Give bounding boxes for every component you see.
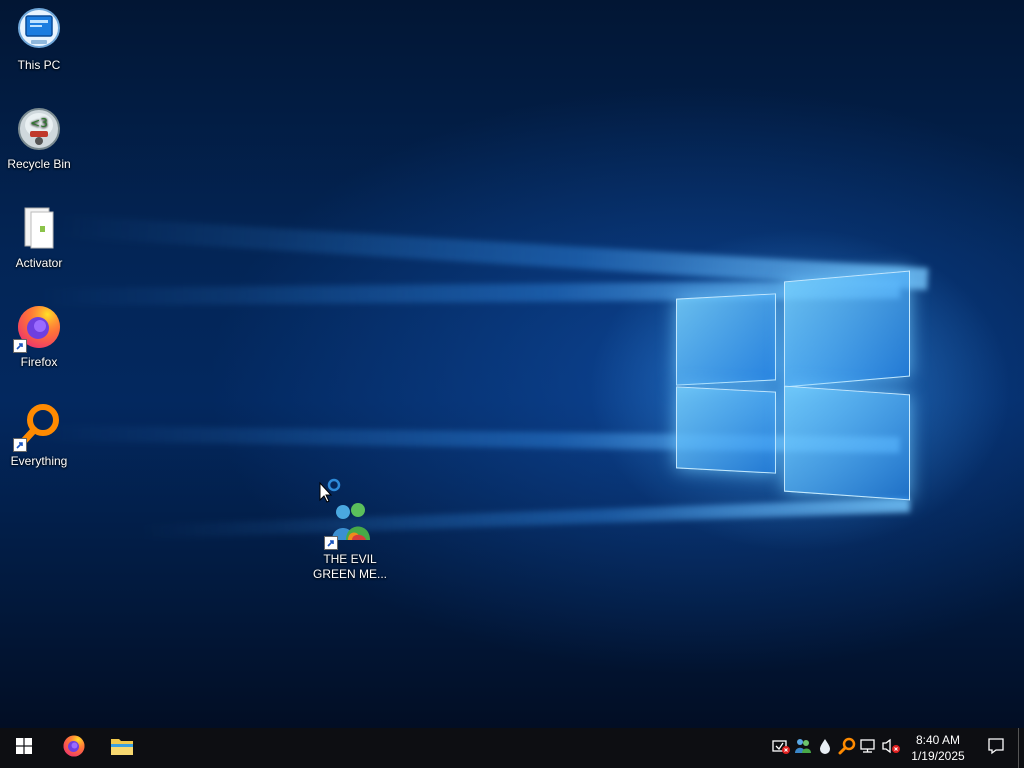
- desktop-icon-activator[interactable]: Activator: [1, 204, 77, 271]
- wallpaper-logo-pane: [676, 293, 776, 386]
- desktop-icon-label: Activator: [15, 256, 63, 270]
- taskbar-clock[interactable]: 8:40 AM 1/19/2025: [902, 732, 974, 764]
- desktop-icon-recycle-bin[interactable]: <3 Recycle Bin: [1, 105, 77, 172]
- mouse-pointer-busy-icon: [319, 478, 347, 504]
- tray-security-button[interactable]: [770, 728, 792, 768]
- action-center-icon: [987, 737, 1005, 760]
- desktop-icon-everything[interactable]: Everything: [1, 402, 77, 469]
- firefox-icon: [13, 303, 63, 353]
- shortcut-arrow-icon: [324, 536, 338, 550]
- firefox-icon: [62, 734, 86, 763]
- network-icon: [860, 738, 878, 759]
- shortcut-arrow-icon: [13, 438, 27, 452]
- wallpaper-logo-pane: [784, 385, 910, 501]
- windows-start-icon: [16, 737, 32, 759]
- start-button[interactable]: [0, 728, 48, 768]
- desktop-icon-messenger[interactable]: THE EVIL GREEN ME...: [312, 500, 388, 582]
- security-alert-icon: [772, 738, 790, 759]
- clock-time: 8:40 AM: [915, 733, 961, 747]
- volume-muted-icon: [881, 738, 901, 759]
- everything-icon: [13, 402, 63, 452]
- shortcut-arrow-icon: [13, 339, 27, 353]
- activator-icon: [15, 204, 63, 252]
- everything-search-icon: [838, 737, 856, 760]
- droplet-icon: [819, 738, 831, 759]
- taskbar-firefox-button[interactable]: [50, 728, 98, 768]
- desktop-icon-label: This PC: [17, 58, 61, 72]
- svg-text:<3: <3: [30, 116, 48, 130]
- this-pc-icon: [15, 6, 63, 54]
- desktop-icon-label-line: THE EVIL: [323, 552, 377, 566]
- wallpaper-logo-pane: [784, 270, 910, 388]
- tray-network-button[interactable]: [858, 728, 880, 768]
- desktop-icon-label-line: GREEN ME...: [312, 567, 387, 581]
- desktop-icon-label: Firefox: [20, 355, 58, 369]
- tray-users-button[interactable]: [792, 728, 814, 768]
- action-center-button[interactable]: [974, 728, 1018, 768]
- desktop-wallpaper: This PC <3 Recycle Bin Activator Firefox…: [0, 0, 1024, 728]
- desktop-icon-firefox[interactable]: Firefox: [1, 303, 77, 370]
- show-desktop-button[interactable]: [1018, 728, 1024, 768]
- wallpaper-logo-pane: [676, 386, 776, 474]
- clock-date: 1/19/2025: [911, 749, 965, 763]
- folder-icon: [110, 736, 134, 761]
- light-beam: [58, 215, 929, 291]
- tray-everything-button[interactable]: [836, 728, 858, 768]
- recycle-bin-icon: <3: [15, 105, 63, 153]
- taskbar: 8:40 AM 1/19/2025: [0, 728, 1024, 768]
- desktop-icon-this-pc[interactable]: This PC: [1, 6, 77, 73]
- taskbar-file-explorer-button[interactable]: [98, 728, 146, 768]
- light-beam: [140, 498, 911, 539]
- desktop-icon-label: Recycle Bin: [7, 157, 71, 171]
- users-icon: [794, 737, 812, 760]
- desktop-icon-label: Everything: [10, 454, 68, 468]
- messenger-icon: [324, 500, 374, 550]
- tray-droplet-button[interactable]: [814, 728, 836, 768]
- tray-volume-button[interactable]: [880, 728, 902, 768]
